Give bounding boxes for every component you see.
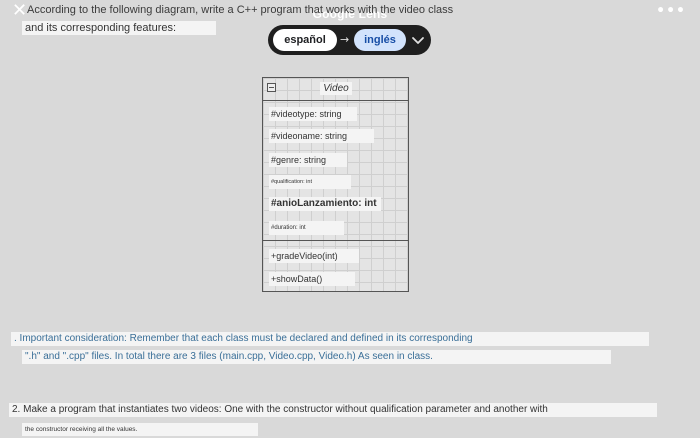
uml-divider — [263, 240, 408, 241]
language-selector: español → inglés — [268, 25, 431, 55]
uml-method[interactable]: +gradeVideo(int) — [269, 249, 359, 263]
uml-attribute[interactable]: #genre: string — [269, 153, 347, 167]
intro-line-2[interactable]: and its corresponding features: — [22, 21, 216, 35]
collapse-icon — [267, 83, 276, 92]
arrow-right-icon: → — [340, 33, 350, 46]
target-language-chip[interactable]: inglés — [354, 29, 406, 51]
task-line-1[interactable]: 2. Make a program that instantiates two … — [9, 403, 657, 417]
uml-attribute[interactable]: #qualification: int — [269, 175, 351, 189]
uml-method[interactable]: +showData() — [269, 272, 355, 286]
chevron-down-icon[interactable] — [410, 31, 426, 49]
uml-class-diagram: Video #videotype: string #videoname: str… — [262, 77, 409, 292]
uml-attribute[interactable]: #videotype: string — [269, 107, 357, 121]
uml-class-name[interactable]: Video — [320, 82, 352, 95]
task-line-2[interactable]: the constructor receiving all the values… — [22, 423, 258, 436]
uml-attribute[interactable]: #videoname: string — [269, 129, 374, 143]
intro-line-1[interactable]: According to the following diagram, writ… — [24, 3, 453, 17]
consideration-line-2[interactable]: ".h" and ".cpp" files. In total there ar… — [22, 350, 611, 364]
consideration-line-1[interactable]: . Important consideration: Remember that… — [11, 332, 649, 346]
source-language-chip[interactable]: español — [273, 29, 337, 51]
uml-attribute[interactable]: #anioLanzamiento: int — [269, 197, 381, 211]
uml-attribute[interactable]: #duration: int — [269, 221, 344, 235]
more-options-icon[interactable]: ••• — [656, 3, 686, 19]
uml-divider — [263, 100, 408, 101]
